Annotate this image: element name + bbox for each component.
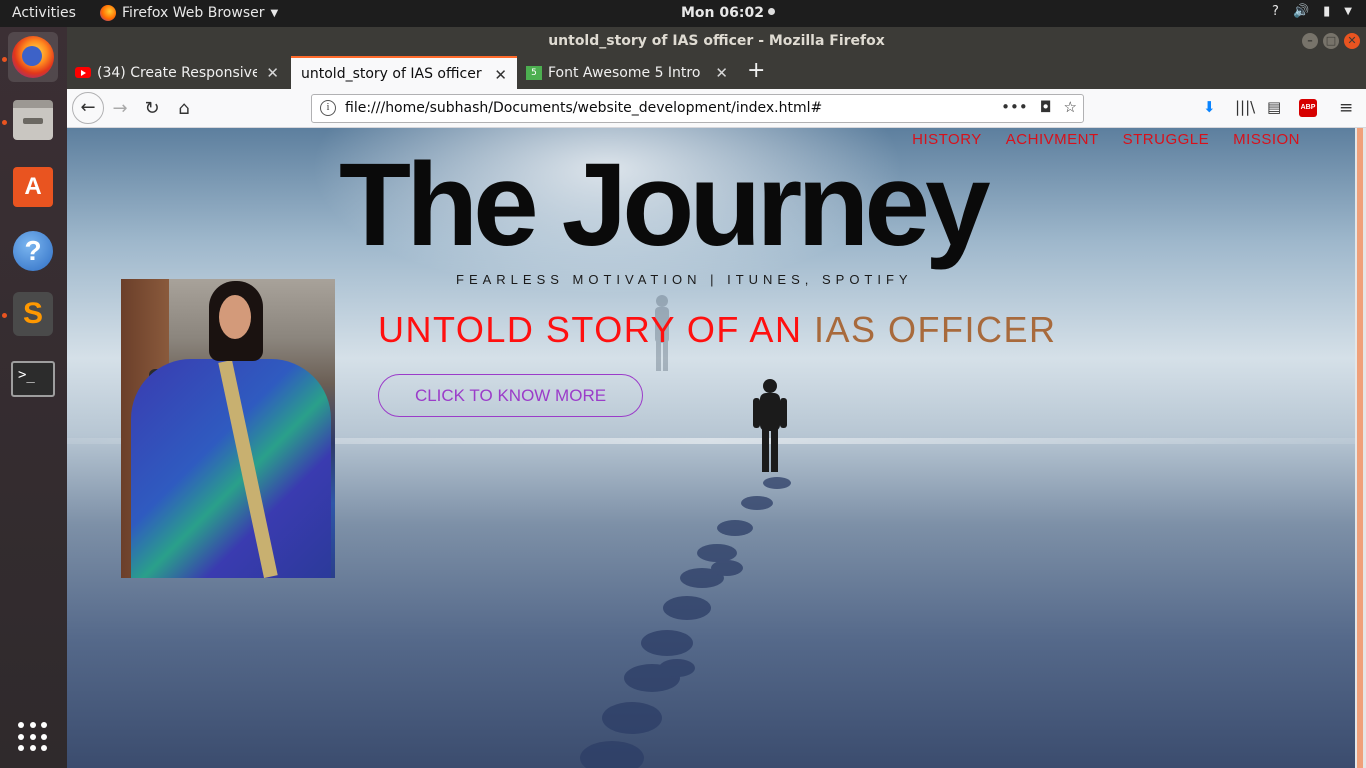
firefox-icon <box>100 5 116 21</box>
page-actions-icon[interactable]: ••• <box>1001 98 1028 116</box>
dock-sublime[interactable]: S <box>8 289 58 339</box>
page-headline: UNTOLD STORY OF AN IAS OFFICER <box>378 309 1057 351</box>
clock[interactable]: Mon 06:02 <box>681 5 775 21</box>
window-titlebar: untold_story of IAS officer - Mozilla Fi… <box>67 27 1366 55</box>
volume-icon[interactable]: 🔊 <box>1293 4 1309 19</box>
running-indicator <box>2 120 7 125</box>
chevron-down-icon[interactable]: ▼ <box>1344 4 1352 19</box>
software-store-icon: A <box>13 167 53 207</box>
system-top-bar: Activities Firefox Web Browser ▼ Mon 06:… <box>0 0 1366 27</box>
menu-icon[interactable]: ≡ <box>1339 98 1353 118</box>
know-more-button[interactable]: CLICK TO KNOW MORE <box>378 374 643 417</box>
sublime-text-icon: S <box>13 292 53 336</box>
system-tray[interactable]: ? 🔊 ▮ ▼ <box>1272 4 1352 19</box>
app-menu[interactable]: Firefox Web Browser ▼ <box>100 5 278 21</box>
help-icon: ? <box>13 231 53 271</box>
running-indicator <box>2 57 7 62</box>
sidebar-icon[interactable]: ▤ <box>1267 98 1281 116</box>
dock-help[interactable]: ? <box>8 226 58 276</box>
close-tab-icon[interactable]: ✕ <box>494 66 507 84</box>
dock-terminal[interactable]: >_ <box>8 354 58 404</box>
tagline: FEARLESS MOTIVATION | ITUNES, SPOTIFY <box>456 272 913 287</box>
tab-title: untold_story of IAS officer <box>301 65 482 82</box>
site-info-icon[interactable]: i <box>320 100 336 116</box>
tab-font-awesome[interactable]: 5 Font Awesome 5 Intro ✕ <box>518 56 738 89</box>
nav-link-achivment[interactable]: ACHIVMENT <box>1006 131 1099 148</box>
walking-figure <box>753 379 787 472</box>
tab-untold-story[interactable]: untold_story of IAS officer ✕ <box>291 56 517 89</box>
dock-files[interactable] <box>8 95 58 145</box>
library-icon[interactable]: |||\ <box>1235 98 1255 116</box>
show-apps-icon[interactable] <box>18 722 48 752</box>
font-awesome-icon: 5 <box>526 65 542 80</box>
headline-part-brown: IAS OFFICER <box>813 309 1057 350</box>
pocket-icon[interactable]: ◘ <box>1040 98 1052 116</box>
help-tray-icon[interactable]: ? <box>1272 4 1279 19</box>
back-icon[interactable]: ← <box>72 92 104 124</box>
notification-dot-icon <box>767 8 775 15</box>
headline-part-red: UNTOLD STORY OF AN <box>378 309 803 350</box>
maximize-icon[interactable]: □ <box>1323 33 1339 49</box>
url-text[interactable]: file:///home/subhash/Documents/website_d… <box>345 100 822 116</box>
nav-link-struggle[interactable]: STRUGGLE <box>1123 131 1210 148</box>
tab-bar: (34) Create Responsive W ✕ untold_story … <box>67 55 1366 89</box>
dock-firefox[interactable] <box>8 32 58 82</box>
reload-icon[interactable]: ↻ <box>139 96 165 122</box>
firefox-icon <box>12 36 54 78</box>
url-bar[interactable]: i file:///home/subhash/Documents/website… <box>311 94 1084 123</box>
web-page: HISTORY ACHIVMENT STRUGGLE MISSION The J… <box>67 128 1355 768</box>
close-tab-icon[interactable]: ✕ <box>715 64 728 82</box>
close-icon[interactable]: ✕ <box>1344 33 1360 49</box>
clock-label: Mon 06:02 <box>681 5 764 21</box>
minimize-icon[interactable]: – <box>1302 33 1318 49</box>
running-indicator <box>2 313 7 318</box>
window-title: untold_story of IAS officer - Mozilla Fi… <box>548 33 885 49</box>
navigation-toolbar: ← → ↻ ⌂ i file:///home/subhash/Documents… <box>67 89 1366 128</box>
tab-title: Font Awesome 5 Intro <box>548 64 701 81</box>
files-icon <box>13 100 53 140</box>
tab-youtube[interactable]: (34) Create Responsive W ✕ <box>67 56 289 89</box>
close-tab-icon[interactable]: ✕ <box>266 64 279 82</box>
home-icon[interactable]: ⌂ <box>171 96 197 122</box>
page-scrollbar[interactable] <box>1355 128 1366 768</box>
app-menu-label: Firefox Web Browser <box>122 5 265 21</box>
downloads-icon[interactable]: ⬇ <box>1203 98 1216 116</box>
tab-title: (34) Create Responsive W <box>97 64 257 81</box>
bookmark-star-icon[interactable]: ☆ <box>1064 98 1077 116</box>
chevron-down-icon: ▼ <box>270 7 279 19</box>
activities-button[interactable]: Activities <box>12 5 76 21</box>
profile-photo <box>121 279 335 578</box>
youtube-icon <box>75 67 91 78</box>
battery-icon[interactable]: ▮ <box>1323 4 1330 19</box>
dock-software[interactable]: A <box>8 162 58 212</box>
adblock-icon[interactable]: ABP <box>1299 99 1317 117</box>
dock: A ? S >_ <box>0 27 67 768</box>
terminal-icon: >_ <box>11 361 55 397</box>
brand-logo-text: The Journey <box>339 139 991 271</box>
nav-link-mission[interactable]: MISSION <box>1233 131 1300 148</box>
new-tab-icon[interactable]: + <box>747 58 765 83</box>
forward-icon[interactable]: → <box>107 96 133 122</box>
